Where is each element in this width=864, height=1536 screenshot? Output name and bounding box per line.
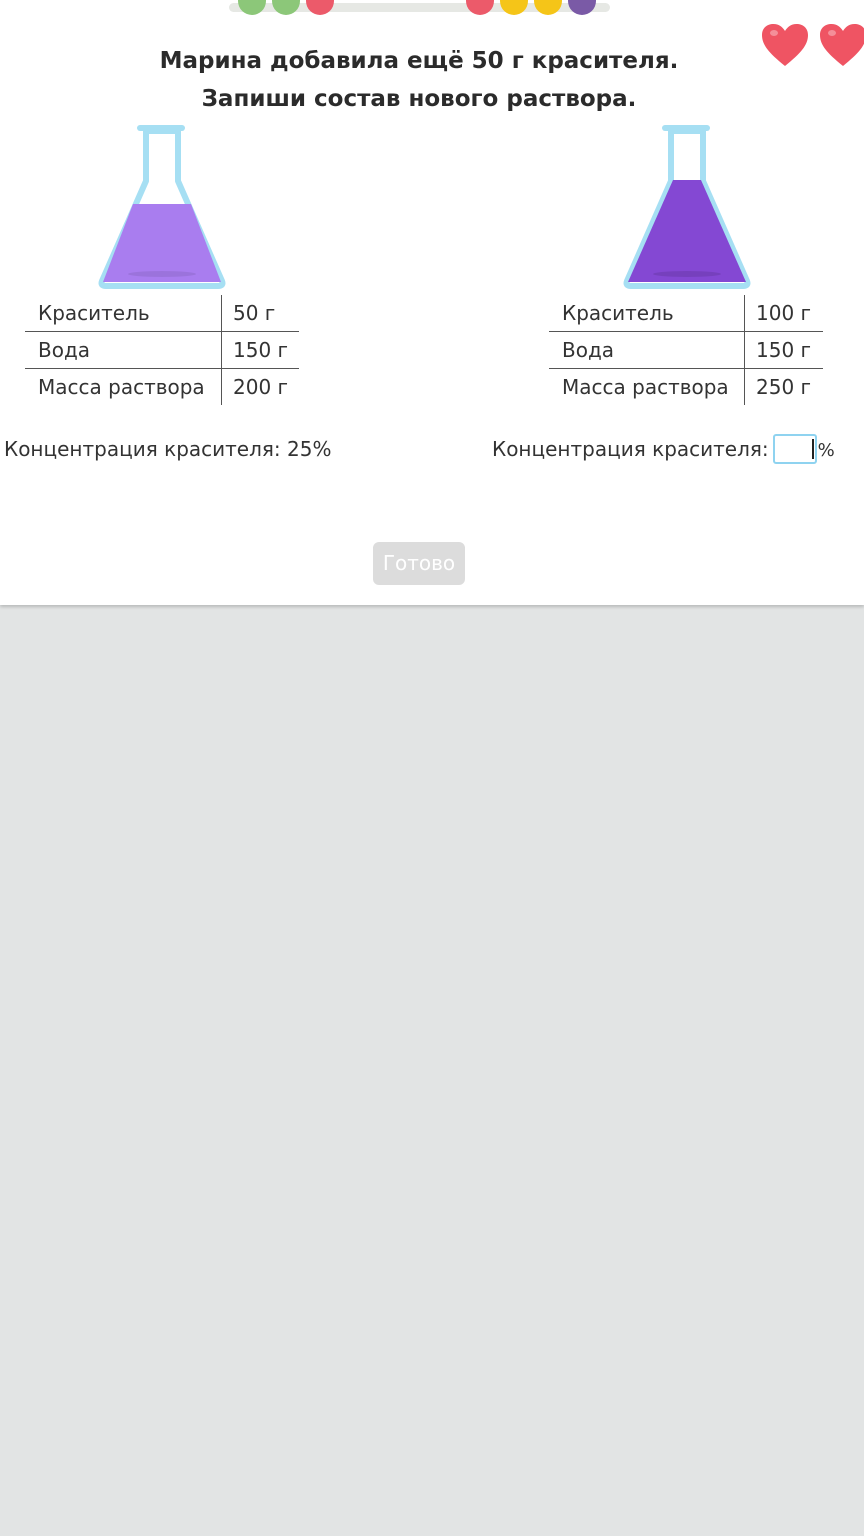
- table-row: Масса раствора 250 г: [549, 368, 823, 405]
- row-value: 150 г: [744, 331, 823, 369]
- progress-dot: [500, 0, 528, 15]
- progress-dot: [568, 0, 596, 15]
- question-text: Марина добавила ещё 50 г красителя. Запи…: [0, 42, 838, 118]
- task-card: Марина добавила ещё 50 г красителя. Запи…: [0, 0, 864, 605]
- row-label: Вода: [25, 331, 222, 369]
- row-value: 150 г: [221, 331, 299, 369]
- table-row: Краситель 50 г: [25, 295, 299, 332]
- row-value: 100 г: [744, 295, 823, 332]
- row-value: 50 г: [221, 295, 299, 332]
- table-row: Вода 150 г: [549, 331, 823, 369]
- progress-dot: [238, 0, 266, 15]
- row-label: Масса раствора: [25, 368, 222, 405]
- row-value: 250 г: [756, 375, 812, 399]
- row-label: Масса раствора: [549, 368, 745, 405]
- row-label: Краситель: [25, 295, 222, 332]
- concentration-input[interactable]: [772, 433, 817, 464]
- question-line-1: Марина добавила ещё 50 г красителя.: [159, 48, 679, 74]
- progress-dot: [306, 0, 334, 15]
- percent-unit: %: [817, 440, 835, 461]
- done-button[interactable]: Готово: [373, 542, 465, 585]
- flask-icon: [98, 125, 226, 289]
- row-label: Вода: [549, 331, 745, 369]
- concentration-new: Концентрация красителя:%: [492, 433, 835, 464]
- row-label: Краситель: [549, 295, 745, 332]
- row-value: 200 г: [233, 375, 289, 399]
- concentration-initial: Концентрация красителя: 25%: [4, 437, 331, 461]
- text-caret: [811, 438, 814, 459]
- concentration-value: 25%: [287, 437, 332, 461]
- concentration-label: Концентрация красителя:: [492, 437, 769, 461]
- concentration-label: Концентрация красителя:: [4, 437, 281, 461]
- composition-table-initial: Краситель 50 г Вода 150 г Масса раствора…: [25, 295, 299, 405]
- progress-bar: [229, 0, 610, 15]
- question-line-2: Запиши состав нового раствора.: [201, 86, 637, 112]
- table-row: Вода 150 г: [25, 331, 299, 369]
- table-row: Масса раствора 200 г: [25, 368, 299, 405]
- flask-icon: [623, 125, 751, 289]
- composition-table-new: Краситель 100 г Вода 150 г Масса раствор…: [549, 295, 823, 405]
- progress-dot: [534, 0, 562, 15]
- progress-dot: [466, 0, 494, 15]
- progress-dot: [272, 0, 300, 15]
- table-row: Краситель 100 г: [549, 295, 823, 332]
